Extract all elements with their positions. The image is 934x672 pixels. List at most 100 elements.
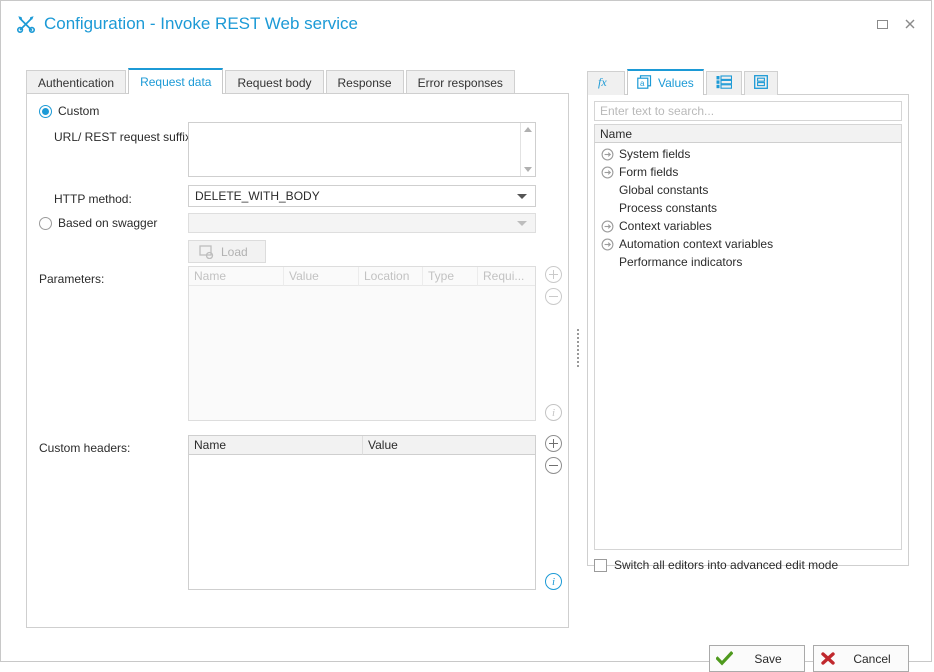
parameters-grid-header: Name Value Location Type Requi... (189, 267, 535, 286)
tree-item-label: Performance indicators (619, 255, 743, 269)
restore-button[interactable] (875, 17, 889, 31)
url-suffix-label: URL/ REST request suffix: (54, 130, 195, 144)
tab-authentication[interactable]: Authentication (26, 70, 127, 94)
tree-item-automation-context-variables[interactable]: Automation context variables (595, 235, 901, 253)
request-data-panel: Custom URL/ REST request suffix: HTTP me… (26, 93, 569, 628)
column-header-location[interactable]: Location (359, 267, 423, 286)
http-method-select[interactable]: DELETE_WITH_BODY (188, 185, 536, 207)
radio-swagger-label: Based on swagger (58, 216, 158, 230)
url-suffix-scroll[interactable] (520, 123, 535, 176)
custom-headers-grid[interactable]: Name Value (188, 435, 536, 590)
tools-icon (16, 14, 36, 34)
values-tree[interactable]: System fields Form fields Global constan… (594, 143, 902, 550)
tab-form-box[interactable] (743, 71, 778, 95)
dialog-footer: Save Cancel (709, 645, 909, 672)
checkbox-indicator (594, 558, 607, 572)
tab-function[interactable]: fx (587, 71, 625, 95)
tree-column-header-name[interactable]: Name (594, 124, 902, 143)
svg-text:a: a (640, 79, 645, 88)
column-header-value[interactable]: Value (363, 436, 535, 455)
title-wrap: Configuration - Invoke REST Web service (16, 14, 358, 34)
parameters-label: Parameters: (39, 272, 105, 286)
tree-item-label: Process constants (619, 201, 718, 215)
radio-swagger-indicator (39, 216, 52, 230)
values-a-icon: a (637, 74, 653, 92)
chevron-down-icon (517, 220, 527, 226)
add-header-button[interactable] (545, 435, 562, 452)
request-tabs: Authentication Request data Request body… (26, 68, 569, 94)
values-panel: Name System fields (587, 94, 909, 572)
custom-headers-grid-header: Name Value (189, 436, 535, 455)
custom-headers-side-buttons (545, 435, 562, 474)
window-controls (875, 17, 917, 31)
scroll-up-icon[interactable] (524, 127, 532, 132)
right-pane: fx a Values Enter text to search... Name… (587, 69, 909, 629)
load-button[interactable]: Load (188, 240, 266, 263)
values-tabs: fx a Values (587, 69, 909, 95)
column-header-type[interactable]: Type (423, 267, 478, 286)
save-button[interactable]: Save (709, 645, 805, 672)
list-icon (716, 75, 732, 92)
radio-based-on-swagger[interactable]: Based on swagger (39, 216, 157, 230)
cancel-button[interactable]: Cancel (813, 645, 909, 672)
tab-error-responses[interactable]: Error responses (405, 70, 515, 94)
column-header-required[interactable]: Requi... (478, 267, 535, 286)
tree-item-system-fields[interactable]: System fields (595, 145, 901, 163)
tab-list[interactable] (705, 71, 742, 95)
tab-values[interactable]: a Values (627, 69, 704, 95)
http-method-label: HTTP method: (54, 192, 132, 206)
pane-splitter[interactable] (574, 69, 582, 629)
advanced-edit-mode-label: Switch all editors into advanced edit mo… (614, 558, 839, 572)
save-button-label: Save (754, 651, 782, 666)
radio-custom[interactable]: Custom (39, 104, 99, 118)
splitter-handle-icon (577, 329, 579, 369)
cancel-button-label: Cancel (853, 651, 891, 666)
custom-headers-grid-body[interactable] (189, 455, 535, 589)
parameters-grid-body[interactable] (189, 286, 535, 420)
tree-item-label: Automation context variables (619, 237, 774, 251)
expand-arrow-icon[interactable] (601, 166, 614, 179)
tree-item-context-variables[interactable]: Context variables (595, 217, 901, 235)
parameters-side-buttons (545, 266, 562, 305)
expand-arrow-icon[interactable] (601, 220, 614, 233)
dialog-content: Authentication Request data Request body… (1, 45, 933, 672)
tree-item-label: Global constants (619, 183, 709, 197)
tree-item-global-constants[interactable]: Global constants (595, 181, 901, 199)
form-box-icon (753, 75, 768, 92)
tab-request-data[interactable]: Request data (128, 68, 224, 94)
expand-arrow-icon[interactable] (601, 238, 614, 251)
parameters-info-button[interactable]: i (545, 404, 562, 421)
parameters-grid[interactable]: Name Value Location Type Requi... (188, 266, 536, 421)
expand-arrow-icon[interactable] (601, 148, 614, 161)
http-method-value: DELETE_WITH_BODY (195, 189, 320, 203)
custom-headers-label: Custom headers: (39, 441, 131, 455)
custom-headers-info-button[interactable]: i (545, 573, 562, 590)
column-header-name[interactable]: Name (189, 267, 284, 286)
tree-item-performance-indicators[interactable]: Performance indicators (595, 253, 901, 271)
svg-text:fx: fx (598, 75, 607, 89)
search-input[interactable] (594, 101, 902, 121)
url-suffix-input[interactable] (188, 122, 536, 177)
url-suffix-text[interactable] (189, 123, 520, 176)
tree-item-process-constants[interactable]: Process constants (595, 199, 901, 217)
close-button[interactable] (903, 17, 917, 31)
column-header-name[interactable]: Name (189, 436, 363, 455)
add-parameter-button[interactable] (545, 266, 562, 283)
tree-item-label: System fields (619, 147, 691, 161)
tab-values-label: Values (658, 76, 694, 90)
advanced-edit-mode-checkbox[interactable]: Switch all editors into advanced edit mo… (594, 558, 902, 572)
tab-request-body[interactable]: Request body (225, 70, 324, 94)
tab-response[interactable]: Response (325, 70, 404, 94)
remove-parameter-button[interactable] (545, 288, 562, 305)
chevron-down-icon (517, 193, 527, 199)
close-icon (905, 19, 915, 29)
tree-item-form-fields[interactable]: Form fields (595, 163, 901, 181)
radio-custom-label: Custom (58, 104, 100, 118)
configuration-dialog: Configuration - Invoke REST Web service … (0, 0, 933, 672)
remove-header-button[interactable] (545, 457, 562, 474)
tree-item-label: Context variables (619, 219, 712, 233)
swagger-select[interactable] (188, 213, 536, 233)
column-header-value[interactable]: Value (284, 267, 359, 286)
load-button-label: Load (221, 244, 248, 259)
scroll-down-icon[interactable] (524, 167, 532, 172)
